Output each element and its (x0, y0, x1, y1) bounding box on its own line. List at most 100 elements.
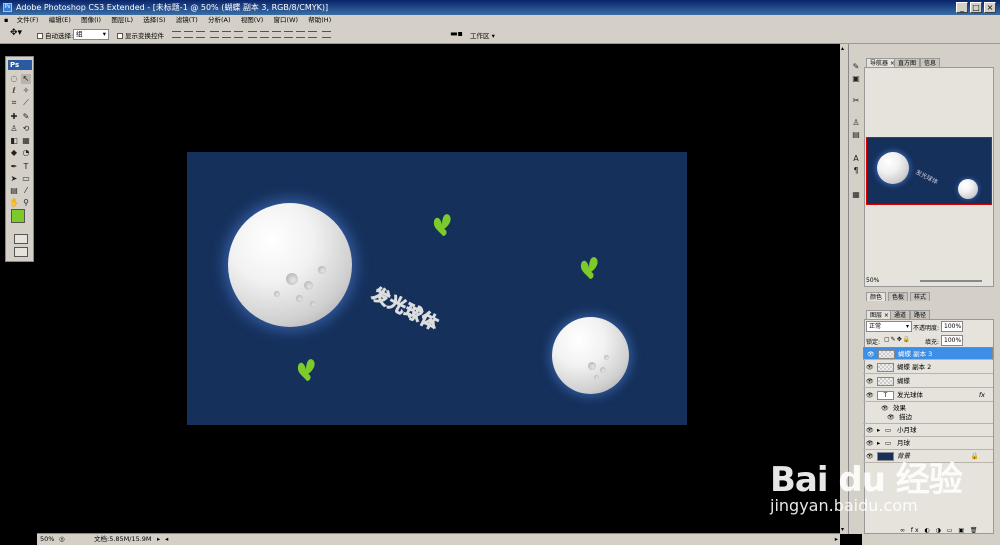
status-menu-arrow-icon[interactable]: ▸ (157, 534, 160, 545)
layer-row-butterfly-copy3[interactable]: 👁 蝴蝶 副本 3 (863, 347, 993, 360)
zoom-tool-icon[interactable]: ⚲ (21, 198, 31, 208)
align-hcenter-icon[interactable] (222, 31, 231, 38)
menu-edit[interactable]: 编辑(E) (45, 15, 75, 26)
scroll-down-icon[interactable]: ▾ (841, 526, 844, 533)
navigator-zoom-slider[interactable] (920, 280, 982, 282)
workspace-button[interactable]: 工作区 ▾ (470, 30, 495, 40)
dodge-tool-icon[interactable]: ◔ (21, 148, 31, 158)
distribute-right-icon[interactable] (308, 31, 317, 38)
document-icon[interactable]: ▪ (0, 15, 10, 26)
align-bottom-icon[interactable] (196, 31, 205, 38)
auto-align-icon[interactable] (322, 31, 331, 38)
tab-channels[interactable]: 通道 (890, 310, 911, 319)
auto-select-dropdown[interactable]: 组 ▾ (73, 29, 109, 40)
layer-group-moon[interactable]: 👁 ▸ ▭ 月球 (863, 437, 993, 450)
layer-group-small-moon[interactable]: 👁 ▸ ▭ 小月球 (863, 424, 993, 437)
menu-filter[interactable]: 滤镜(T) (172, 15, 202, 26)
menu-select[interactable]: 选择(S) (139, 15, 169, 26)
distribute-top-icon[interactable] (248, 31, 257, 38)
align-left-icon[interactable] (210, 31, 219, 38)
menu-view[interactable]: 视图(V) (237, 15, 268, 26)
eraser-tool-icon[interactable]: ◧ (9, 136, 19, 146)
menu-analysis[interactable]: 分析(A) (204, 15, 235, 26)
eye-icon[interactable]: 👁 (866, 424, 874, 437)
distribute-hcenter-icon[interactable] (296, 31, 305, 38)
hscroll-right-icon[interactable]: ▸ (835, 534, 838, 545)
brushes-panel-icon[interactable]: ✎ (851, 62, 861, 72)
distribute-left-icon[interactable] (284, 31, 293, 38)
screen-mode-icon[interactable] (14, 247, 28, 257)
marquee-tool-icon[interactable]: ◌ (9, 74, 19, 84)
palette-well-icon[interactable]: ▬▪ (450, 29, 463, 38)
navigator-thumbnail[interactable]: 发光球体 (866, 137, 992, 205)
healing-brush-icon[interactable]: ✚ (9, 112, 19, 122)
menu-window[interactable]: 窗口(W) (270, 15, 303, 26)
magic-wand-tool-icon[interactable]: ✧ (21, 86, 31, 96)
tab-swatches[interactable]: 色板 (888, 292, 909, 301)
expand-arrow-icon[interactable]: ▸ (877, 424, 880, 437)
tab-layers[interactable]: 图层 × (866, 310, 893, 319)
menu-help[interactable]: 帮助(H) (304, 15, 335, 26)
foreground-color-swatch[interactable] (11, 209, 25, 223)
quick-mask-icon[interactable] (14, 234, 28, 244)
path-selection-icon[interactable]: ➤ (9, 174, 19, 184)
layer-comps-panel-icon[interactable]: ▦ (851, 190, 861, 200)
fill-input[interactable]: 100% (941, 335, 963, 346)
image-canvas[interactable] (187, 152, 687, 425)
distribute-bottom-icon[interactable] (272, 31, 281, 38)
fx-icon[interactable]: fx (979, 389, 985, 402)
align-vcenter-icon[interactable] (184, 31, 193, 38)
tab-info[interactable]: 信息 (920, 58, 941, 67)
hand-tool-icon[interactable]: ✋ (9, 198, 19, 208)
eye-icon[interactable]: 👁 (867, 348, 875, 361)
character-panel-icon[interactable]: A (851, 154, 861, 164)
layers-panel-footer-icons[interactable]: ∞ fx ◐ ◑ ▭ ▣ 🗑 (900, 527, 980, 534)
minimize-button[interactable]: _ (956, 2, 968, 13)
tab-histogram[interactable]: 直方图 (894, 58, 921, 67)
blur-tool-icon[interactable]: ◆ (9, 148, 19, 158)
menu-layer[interactable]: 图层(L) (107, 15, 137, 26)
layer-row-butterfly-copy2[interactable]: 👁 蝴蝶 副本 2 (863, 361, 993, 374)
eye-icon[interactable]: 👁 (866, 389, 874, 402)
blend-mode-dropdown[interactable]: 正常 ▾ (866, 321, 912, 332)
paragraph-panel-icon[interactable]: ¶ (851, 166, 861, 176)
crop-tool-icon[interactable]: ⌗ (9, 98, 19, 108)
layer-row-butterfly[interactable]: 👁 蝴蝶 (863, 375, 993, 388)
eye-icon[interactable]: 👁 (887, 411, 895, 424)
notes-tool-icon[interactable]: ▤ (9, 186, 19, 196)
actions-panel-icon[interactable]: ♙ (851, 118, 861, 128)
distribute-vcenter-icon[interactable] (260, 31, 269, 38)
history-panel-icon[interactable]: ▤ (851, 130, 861, 140)
lasso-tool-icon[interactable]: ℓ (9, 86, 19, 96)
align-top-icon[interactable] (172, 31, 181, 38)
layer-effect-stroke-row[interactable]: 👁 描边 (863, 411, 993, 424)
clone-source-panel-icon[interactable]: ▣ (851, 74, 861, 84)
lock-icons[interactable]: ▢✎✥🔒 (884, 336, 911, 343)
hscroll-left-icon[interactable]: ◂ (165, 534, 168, 545)
status-info-icon[interactable]: ◎ (59, 534, 65, 545)
expand-arrow-icon[interactable]: ▸ (877, 437, 880, 450)
align-right-icon[interactable] (234, 31, 243, 38)
maximize-button[interactable]: □ (970, 2, 982, 13)
scroll-up-icon[interactable]: ▴ (841, 45, 844, 52)
show-transform-checkbox[interactable]: 显示变换控件 (117, 30, 164, 40)
tool-presets-panel-icon[interactable]: ✂ (851, 96, 861, 106)
navigator-zoom-value[interactable]: 50% (866, 277, 879, 284)
tab-color[interactable]: 颜色 (866, 292, 887, 301)
close-button[interactable]: × (984, 2, 996, 13)
eyedropper-tool-icon[interactable]: ⁄ (21, 186, 31, 196)
clone-stamp-icon[interactable]: ♙ (9, 124, 19, 134)
layer-row-text[interactable]: 👁 T 发光球体 fx (863, 389, 993, 402)
eye-icon[interactable]: 👁 (866, 361, 874, 374)
eye-icon[interactable]: 👁 (866, 375, 874, 388)
eye-icon[interactable]: 👁 (866, 437, 874, 450)
slice-tool-icon[interactable]: ⟋ (21, 98, 31, 108)
move-tool-icon[interactable]: ↖ (21, 74, 31, 84)
auto-select-checkbox[interactable]: 自动选择: (37, 30, 73, 40)
shape-tool-icon[interactable]: ▭ (21, 174, 31, 184)
gradient-tool-icon[interactable]: ▦ (21, 136, 31, 146)
menu-image[interactable]: 图像(I) (77, 15, 105, 26)
pen-tool-icon[interactable]: ✒ (9, 162, 19, 172)
tab-paths[interactable]: 路径 (910, 310, 931, 319)
opacity-input[interactable]: 100% (941, 321, 963, 332)
